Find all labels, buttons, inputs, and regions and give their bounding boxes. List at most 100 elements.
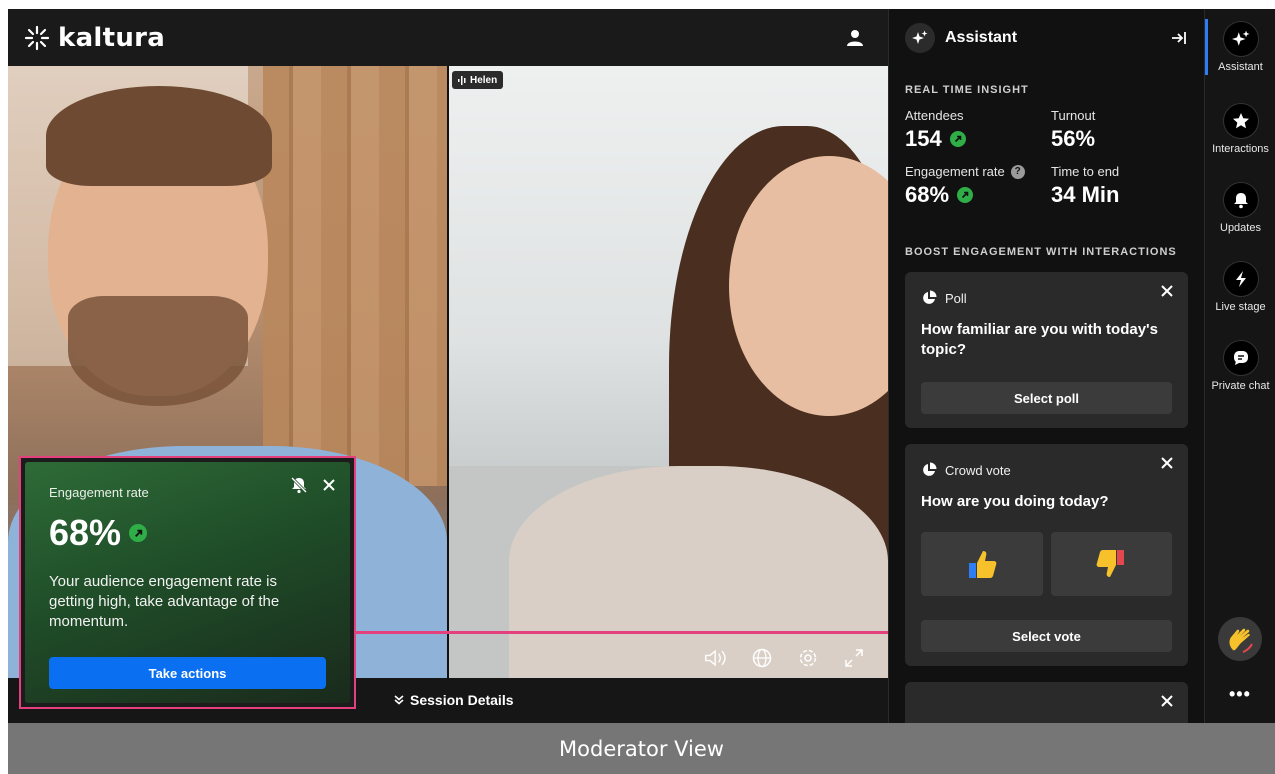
sparkle-icon bbox=[905, 22, 935, 53]
alert-value-number: 68% bbox=[49, 512, 122, 553]
alert-title: Engagement rate bbox=[49, 485, 149, 500]
turnout-label: Turnout bbox=[1051, 108, 1096, 123]
engagement-alert-card: Engagement rate 68% Your audience engage… bbox=[25, 462, 350, 703]
select-vote-button[interactable]: Select vote bbox=[921, 620, 1172, 652]
engagement-value: 68% bbox=[905, 182, 1051, 208]
user-icon[interactable] bbox=[844, 27, 866, 49]
take-actions-button[interactable]: Take actions bbox=[49, 657, 326, 689]
stat-engagement: Engagement rate ? 68% bbox=[905, 164, 1051, 208]
close-icon[interactable] bbox=[1160, 694, 1174, 708]
speaker-icon bbox=[705, 649, 726, 667]
poll-card: Poll How familiar are you with today's t… bbox=[905, 272, 1188, 428]
rail-item-live-stage[interactable]: Live stage bbox=[1205, 261, 1275, 313]
engagement-alert: Engagement rate 68% Your audience engage… bbox=[19, 456, 356, 709]
close-icon[interactable] bbox=[322, 478, 336, 492]
boost-engagement-label: BOOST ENGAGEMENT WITH INTERACTIONS bbox=[905, 246, 1177, 258]
engagement-label-text: Engagement rate bbox=[905, 164, 1005, 179]
rail-item-interactions[interactable]: Interactions bbox=[1205, 103, 1275, 155]
stat-time-to-end: Time to end 34 Min bbox=[1051, 164, 1191, 208]
sparkle-icon bbox=[1222, 21, 1259, 57]
highlight-line bbox=[356, 631, 888, 634]
trend-up-icon bbox=[957, 187, 974, 203]
engagement-label: Engagement rate ? bbox=[905, 164, 1051, 179]
host-hair bbox=[46, 86, 272, 186]
gear-icon bbox=[799, 649, 817, 667]
rail-item-assistant[interactable]: Assistant bbox=[1205, 21, 1275, 73]
rail-label-updates: Updates bbox=[1220, 222, 1261, 234]
trend-up-icon bbox=[129, 524, 148, 542]
attendees-label: Attendees bbox=[905, 108, 964, 123]
next-interaction-card bbox=[905, 682, 1188, 723]
chat-icon bbox=[1222, 340, 1259, 376]
rail-item-private-chat[interactable]: Private chat bbox=[1205, 340, 1275, 392]
fullscreen-button[interactable] bbox=[842, 646, 866, 670]
select-poll-button[interactable]: Select poll bbox=[921, 382, 1172, 414]
clapping-hands-icon[interactable] bbox=[1218, 617, 1262, 661]
time-to-end-value: 34 Min bbox=[1051, 182, 1120, 207]
globe-icon bbox=[752, 648, 772, 668]
pie-chart-icon bbox=[923, 290, 937, 304]
star-icon bbox=[1222, 103, 1259, 139]
settings-button[interactable] bbox=[796, 646, 820, 670]
top-bar: kaltura bbox=[8, 9, 888, 66]
stat-attendees: Attendees 154 bbox=[905, 108, 1051, 152]
collapse-panel-icon[interactable] bbox=[1170, 29, 1188, 47]
thumbs-down-icon bbox=[1096, 550, 1125, 577]
alert-message: Your audience engagement rate is getting… bbox=[49, 573, 280, 630]
assistant-panel: Assistant REAL TIME INSIGHT Attendees 15… bbox=[888, 9, 1204, 723]
vote-options bbox=[921, 532, 1172, 596]
thumbs-down-option[interactable] bbox=[1050, 532, 1172, 596]
session-details-button[interactable]: Session Details bbox=[394, 692, 514, 708]
crowd-vote-card: Crowd vote How are you doing today? Sele… bbox=[905, 444, 1188, 666]
turnout-value: 56% bbox=[1051, 126, 1096, 151]
alert-icons bbox=[290, 476, 336, 494]
more-options-icon[interactable]: ••• bbox=[1229, 684, 1251, 705]
lightning-icon bbox=[1222, 261, 1259, 297]
vote-type-label: Crowd vote bbox=[945, 462, 1011, 478]
stat-turnout: Turnout 56% bbox=[1051, 108, 1191, 152]
real-time-insight-label: REAL TIME INSIGHT bbox=[905, 84, 1029, 96]
trend-up-icon bbox=[949, 131, 966, 147]
player-controls bbox=[704, 646, 866, 670]
host-beard bbox=[68, 296, 248, 406]
video-tile-helen bbox=[449, 66, 888, 678]
attendees-number: 154 bbox=[905, 126, 942, 151]
thumbs-up-icon bbox=[968, 551, 997, 578]
poll-question: How familiar are you with today's topic? bbox=[921, 321, 1158, 358]
caption-bar: Moderator View bbox=[8, 723, 1275, 774]
session-details-label: Session Details bbox=[410, 692, 514, 708]
alert-value: 68% bbox=[49, 512, 326, 554]
poll-type-label: Poll bbox=[945, 290, 967, 306]
rail-label-private-chat: Private chat bbox=[1211, 380, 1270, 392]
rail-label-assistant: Assistant bbox=[1218, 61, 1263, 73]
language-button[interactable] bbox=[750, 646, 774, 670]
insight-stats: Attendees 154 Turnout 56% Engagement rat… bbox=[889, 108, 1204, 208]
participant-name-tag: Helen bbox=[452, 71, 504, 89]
attendees-value: 154 bbox=[905, 126, 1051, 152]
mute-bell-icon[interactable] bbox=[290, 476, 308, 494]
vote-question: How are you doing today? bbox=[921, 493, 1109, 510]
help-icon[interactable]: ? bbox=[1010, 164, 1025, 179]
expand-icon bbox=[845, 649, 863, 667]
close-icon[interactable] bbox=[1160, 284, 1174, 298]
assistant-title: Assistant bbox=[945, 28, 1018, 46]
volume-button[interactable] bbox=[704, 646, 728, 670]
thumbs-up-option[interactable] bbox=[921, 532, 1043, 596]
poll-type: Poll bbox=[921, 290, 1172, 306]
bell-icon bbox=[1222, 182, 1259, 218]
engagement-number: 68% bbox=[905, 182, 950, 207]
app-frame: kaltura Helen Session Details Assistant … bbox=[8, 9, 1275, 774]
participant-name: Helen bbox=[470, 74, 498, 86]
time-to-end-label: Time to end bbox=[1051, 164, 1120, 179]
rail-label-interactions: Interactions bbox=[1212, 143, 1269, 155]
assistant-header: Assistant bbox=[889, 9, 1204, 66]
close-icon[interactable] bbox=[1160, 456, 1174, 470]
caption-text: Moderator View bbox=[559, 736, 724, 761]
logo-text: kaltura bbox=[58, 22, 166, 53]
rail-item-updates[interactable]: Updates bbox=[1205, 182, 1275, 234]
audio-level-icon bbox=[458, 75, 466, 85]
kaltura-logo-icon bbox=[24, 25, 50, 50]
rail-label-live-stage: Live stage bbox=[1215, 301, 1266, 313]
vote-type: Crowd vote bbox=[921, 462, 1172, 478]
double-chevron-down-icon bbox=[394, 695, 404, 705]
